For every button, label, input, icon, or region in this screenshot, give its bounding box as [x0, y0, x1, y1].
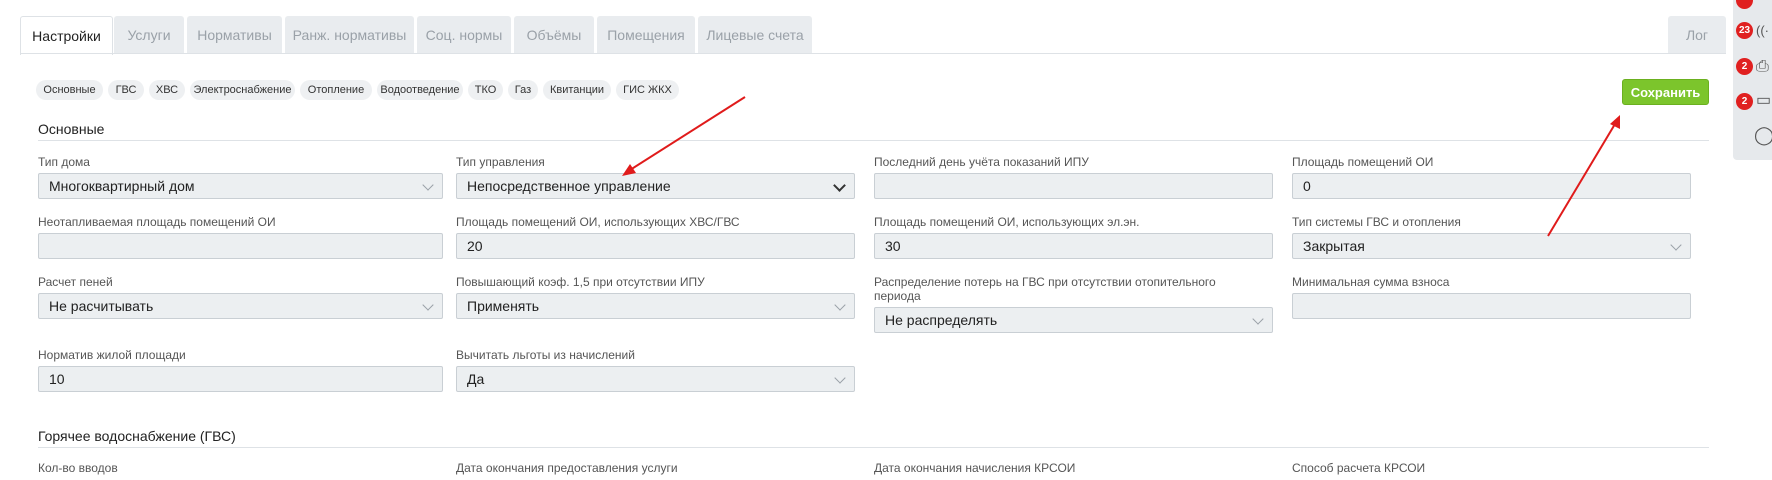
- arrow-to-save-button: [1547, 115, 1620, 237]
- whatsapp-icon[interactable]: ◯: [1754, 126, 1772, 144]
- notification-badge: 2: [1736, 58, 1753, 75]
- arrow-to-mgmt-type: [622, 96, 746, 176]
- right-toolbar: 23 ((· 2 ⎙ 2 ▭ ◯: [1733, 0, 1772, 160]
- annotation-arrows: [622, 96, 1620, 237]
- printer-icon[interactable]: ⎙: [1756, 58, 1769, 76]
- notification-badge: 23: [1736, 22, 1753, 39]
- chat-icon[interactable]: ▭: [1756, 92, 1771, 110]
- notification-badge: 2: [1736, 93, 1753, 110]
- notification-badge: [1736, 0, 1753, 9]
- broadcast-icon[interactable]: ((·: [1756, 22, 1769, 40]
